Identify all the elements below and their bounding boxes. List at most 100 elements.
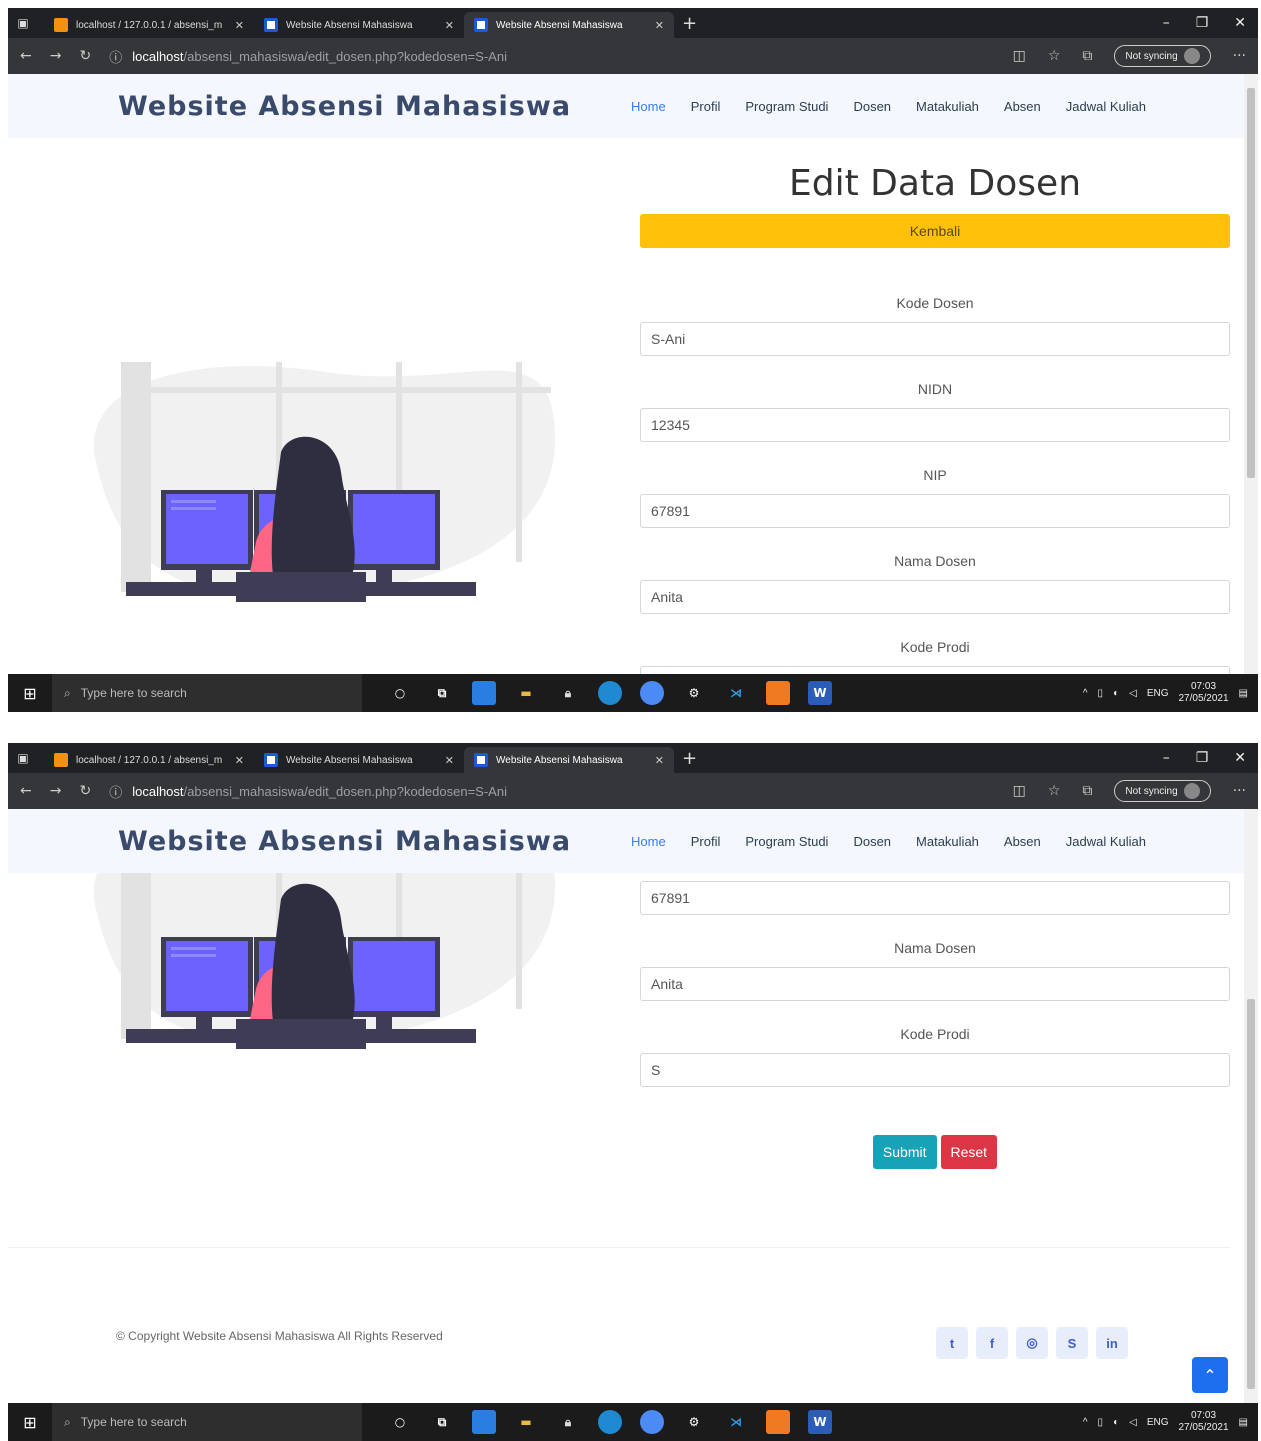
taskbar-search[interactable]: ⌕ Type here to search (52, 674, 362, 712)
minimize-icon[interactable]: – (1163, 15, 1170, 31)
back-icon[interactable]: ← (20, 48, 32, 64)
volume-icon[interactable]: ◁ (1129, 688, 1137, 699)
tab-website-1[interactable]: Website Absensi Mahasiswa ✕ (254, 747, 464, 773)
forward-icon[interactable]: → (50, 48, 62, 64)
minimize-icon[interactable]: – (1163, 750, 1170, 766)
favorite-star-icon[interactable]: ☆ (1048, 48, 1061, 64)
taskbar-clock[interactable]: 07:03 27/05/2021 (1178, 681, 1228, 705)
nama-dosen-input[interactable] (640, 580, 1230, 614)
close-icon[interactable]: ✕ (655, 19, 664, 32)
info-icon[interactable]: ⓘ (109, 47, 122, 66)
tab-phpmyadmin[interactable]: localhost / 127.0.0.1 / absensi_m ✕ (44, 747, 254, 773)
reset-button[interactable]: Reset (940, 1135, 998, 1169)
page-scrollbar[interactable] (1244, 809, 1258, 1405)
xampp-icon[interactable] (766, 1410, 790, 1434)
page-scrollbar[interactable] (1244, 74, 1258, 674)
file-explorer-icon[interactable]: ▬ (514, 681, 538, 705)
forward-icon[interactable]: → (50, 783, 62, 799)
sync-button[interactable]: Not syncing (1114, 780, 1211, 802)
word-icon[interactable]: W (808, 681, 832, 705)
maximize-icon[interactable]: ❐ (1196, 15, 1209, 31)
collections-icon[interactable]: ⧉ (1082, 783, 1092, 799)
close-icon[interactable]: ✕ (235, 754, 244, 767)
volume-icon[interactable]: ◁ (1129, 1417, 1137, 1428)
nav-jadwal-kuliah[interactable]: Jadwal Kuliah (1066, 99, 1146, 114)
linkedin-icon[interactable]: in (1096, 1327, 1128, 1359)
close-icon[interactable]: ✕ (445, 19, 454, 32)
url-field[interactable]: ⓘ localhost/absensi_mahasiswa/edit_dosen.… (109, 778, 994, 804)
nav-home[interactable]: Home (631, 99, 666, 114)
nav-absen[interactable]: Absen (1004, 99, 1041, 114)
close-icon[interactable]: ✕ (445, 754, 454, 767)
nip-input[interactable] (640, 494, 1230, 528)
twitter-icon[interactable]: t (936, 1327, 968, 1359)
word-icon[interactable]: W (808, 1410, 832, 1434)
settings-gear-icon[interactable]: ⚙ (682, 1410, 706, 1434)
facebook-icon[interactable]: f (976, 1327, 1008, 1359)
notification-icon[interactable]: ▤ (1239, 1417, 1248, 1428)
instagram-icon[interactable]: ◎ (1016, 1327, 1048, 1359)
nav-absen[interactable]: Absen (1004, 834, 1041, 849)
tray-chevron-icon[interactable]: ^ (1083, 1417, 1088, 1428)
new-tab-icon[interactable]: + (682, 13, 697, 34)
close-icon[interactable]: ✕ (235, 19, 244, 32)
chrome-icon[interactable] (640, 681, 664, 705)
cortana-icon[interactable]: ○ (388, 681, 412, 705)
nav-matakuliah[interactable]: Matakuliah (916, 834, 979, 849)
edge-legacy-icon[interactable] (472, 1410, 496, 1434)
nav-dosen[interactable]: Dosen (853, 99, 891, 114)
edge-legacy-icon[interactable] (472, 681, 496, 705)
nidn-input[interactable] (640, 408, 1230, 442)
submit-button[interactable]: Submit (872, 1135, 937, 1169)
notification-icon[interactable]: ▤ (1239, 688, 1248, 699)
tab-website-2[interactable]: Website Absensi Mahasiswa ✕ (464, 12, 674, 38)
taskbar-search[interactable]: ⌕ Type here to search (52, 1403, 362, 1441)
tab-website-2[interactable]: Website Absensi Mahasiswa ✕ (464, 747, 674, 773)
nav-matakuliah[interactable]: Matakuliah (916, 99, 979, 114)
task-view-icon[interactable]: ⧉ (430, 1410, 454, 1434)
refresh-icon[interactable]: ↻ (79, 783, 91, 799)
nip-input[interactable] (640, 881, 1230, 915)
language-indicator[interactable]: ENG (1147, 688, 1169, 699)
task-view-icon[interactable]: ⧉ (430, 681, 454, 705)
language-indicator[interactable]: ENG (1147, 1417, 1169, 1428)
favorite-star-icon[interactable]: ☆ (1048, 783, 1061, 799)
back-to-top-button[interactable]: ⌃ (1192, 1357, 1228, 1393)
xampp-icon[interactable] (766, 681, 790, 705)
battery-icon[interactable]: ▯ (1098, 1417, 1104, 1428)
nav-profil[interactable]: Profil (691, 834, 721, 849)
more-icon[interactable]: ··· (1233, 783, 1246, 799)
back-icon[interactable]: ← (20, 783, 32, 799)
edge-icon[interactable] (598, 1410, 622, 1434)
edge-icon[interactable] (598, 681, 622, 705)
collections-icon[interactable]: ⧉ (1082, 48, 1092, 64)
read-aloud-icon[interactable]: ◫ (1013, 48, 1026, 64)
kode-dosen-input[interactable] (640, 322, 1230, 356)
nav-program-studi[interactable]: Program Studi (745, 834, 828, 849)
windows-start-icon[interactable]: ⊞ (8, 684, 52, 703)
new-tab-icon[interactable]: + (682, 748, 697, 769)
refresh-icon[interactable]: ↻ (79, 48, 91, 64)
vscode-icon[interactable]: ⋊ (724, 1410, 748, 1434)
read-aloud-icon[interactable]: ◫ (1013, 783, 1026, 799)
tab-actions-icon[interactable]: ▣ (14, 749, 32, 767)
tab-actions-icon[interactable]: ▣ (14, 14, 32, 32)
file-explorer-icon[interactable]: ▬ (514, 1410, 538, 1434)
maximize-icon[interactable]: ❐ (1196, 750, 1209, 766)
nav-dosen[interactable]: Dosen (853, 834, 891, 849)
tab-phpmyadmin[interactable]: localhost / 127.0.0.1 / absensi_m ✕ (44, 12, 254, 38)
kode-prodi-input[interactable] (640, 1053, 1230, 1087)
settings-gear-icon[interactable]: ⚙ (682, 681, 706, 705)
info-icon[interactable]: ⓘ (109, 782, 122, 801)
network-icon[interactable]: ◐ (1113, 688, 1119, 699)
battery-icon[interactable]: ▯ (1098, 688, 1104, 699)
kode-prodi-input[interactable] (640, 666, 1230, 674)
nama-dosen-input[interactable] (640, 967, 1230, 1001)
vscode-icon[interactable]: ⋊ (724, 681, 748, 705)
windows-start-icon[interactable]: ⊞ (8, 1413, 52, 1432)
chrome-icon[interactable] (640, 1410, 664, 1434)
kembali-button[interactable]: Kembali (640, 214, 1230, 248)
network-icon[interactable]: ◐ (1113, 1417, 1119, 1428)
close-window-icon[interactable]: ✕ (1234, 750, 1246, 766)
close-window-icon[interactable]: ✕ (1234, 15, 1246, 31)
